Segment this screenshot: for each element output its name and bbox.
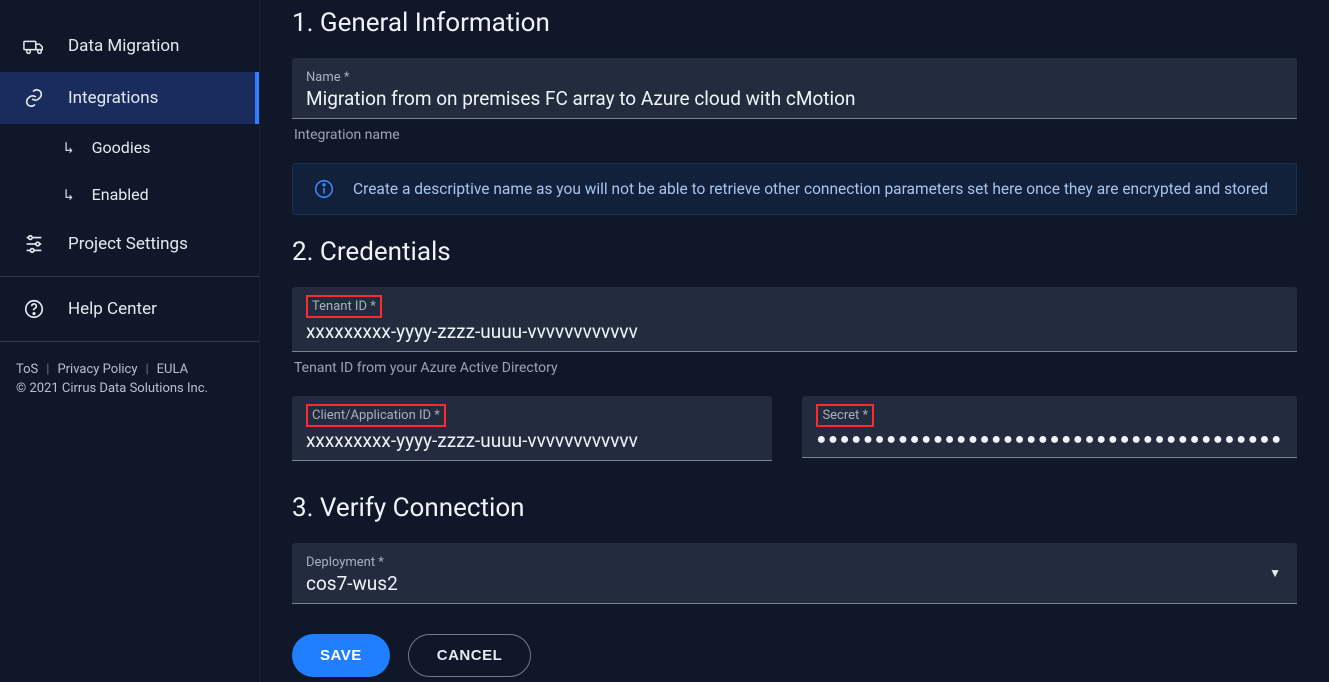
footer-link-privacy[interactable]: Privacy Policy [57, 362, 137, 377]
cancel-button[interactable]: CANCEL [408, 634, 532, 677]
info-icon [313, 178, 335, 200]
footer-copyright: © 2021 Cirrus Data Solutions Inc. [16, 381, 243, 396]
sidebar-item-help-center[interactable]: Help Center [0, 283, 259, 335]
sidebar-subitem-goodies[interactable]: ↳ Goodies [0, 124, 259, 171]
sidebar-item-label: Integrations [68, 88, 158, 108]
client-id-field[interactable]: Client/Application ID * xxxxxxxxx-yyyy-z… [292, 396, 772, 461]
sidebar-footer: ToS | Privacy Policy | EULA © 2021 Cirru… [0, 348, 259, 410]
deployment-value: cos7-wus2 [306, 572, 1283, 595]
deployment-label: Deployment * [306, 555, 384, 570]
client-id-label: Client/Application ID * [306, 404, 446, 427]
deployment-select[interactable]: Deployment * cos7-wus2 ▼ [292, 543, 1297, 604]
footer-link-eula[interactable]: EULA [157, 362, 188, 377]
tenant-label: Tenant ID * [306, 295, 382, 318]
sidebar-item-integrations[interactable]: Integrations [0, 72, 259, 124]
name-label: Name * [306, 70, 349, 85]
sidebar-subitem-enabled[interactable]: ↳ Enabled [0, 171, 259, 218]
sidebar-subitem-label: Enabled [92, 185, 149, 204]
name-field[interactable]: Name * Migration from on premises FC arr… [292, 58, 1297, 119]
form-actions: SAVE CANCEL [292, 634, 1297, 677]
save-button[interactable]: SAVE [292, 634, 390, 677]
sidebar-item-label: Data Migration [68, 36, 179, 56]
sidebar-divider [0, 341, 259, 342]
truck-icon [22, 34, 46, 58]
tenant-field[interactable]: Tenant ID * xxxxxxxxx-yyyy-zzzz-uuuu-vvv… [292, 287, 1297, 352]
tenant-helper: Tenant ID from your Azure Active Directo… [294, 360, 1297, 376]
sidebar-nav: Data Migration Integrations ↳ Goodies ↳ … [0, 0, 259, 348]
sidebar-item-label: Help Center [68, 299, 157, 319]
footer-link-tos[interactable]: ToS [16, 362, 38, 377]
secret-field[interactable]: Secret * ●●●●●●●●●●●●●●●●●●●●●●●●●●●●●●●… [802, 396, 1297, 458]
main-content: 1. General Information Name * Migration … [260, 0, 1329, 682]
sidebar-item-data-migration[interactable]: Data Migration [0, 20, 259, 72]
sidebar-subitem-label: Goodies [92, 138, 151, 157]
secret-value: ●●●●●●●●●●●●●●●●●●●●●●●●●●●●●●●●●●●●●●●● [816, 429, 1283, 449]
secret-label: Secret * [816, 404, 874, 427]
client-id-value: xxxxxxxxx-yyyy-zzzz-uuuu-vvvvvvvvvvvv [306, 429, 758, 452]
sub-arrow-icon: ↳ [64, 138, 74, 157]
sub-arrow-icon: ↳ [64, 185, 74, 204]
info-text: Create a descriptive name as you will no… [353, 180, 1268, 198]
section-title-verify: 3. Verify Connection [292, 493, 1297, 523]
sidebar-item-label: Project Settings [68, 234, 188, 254]
sidebar-divider [0, 276, 259, 277]
chevron-down-icon: ▼ [1269, 566, 1281, 580]
name-helper: Integration name [294, 127, 1297, 143]
section-title-credentials: 2. Credentials [292, 237, 1297, 267]
help-icon [22, 297, 46, 321]
name-value: Migration from on premises FC array to A… [306, 87, 1283, 110]
sliders-icon [22, 232, 46, 256]
info-banner: Create a descriptive name as you will no… [292, 163, 1297, 215]
link-icon [22, 86, 46, 110]
tenant-value: xxxxxxxxx-yyyy-zzzz-uuuu-vvvvvvvvvvvv [306, 320, 1283, 343]
sidebar-item-project-settings[interactable]: Project Settings [0, 218, 259, 270]
sidebar: Data Migration Integrations ↳ Goodies ↳ … [0, 0, 260, 682]
section-title-general: 1. General Information [292, 8, 1297, 38]
